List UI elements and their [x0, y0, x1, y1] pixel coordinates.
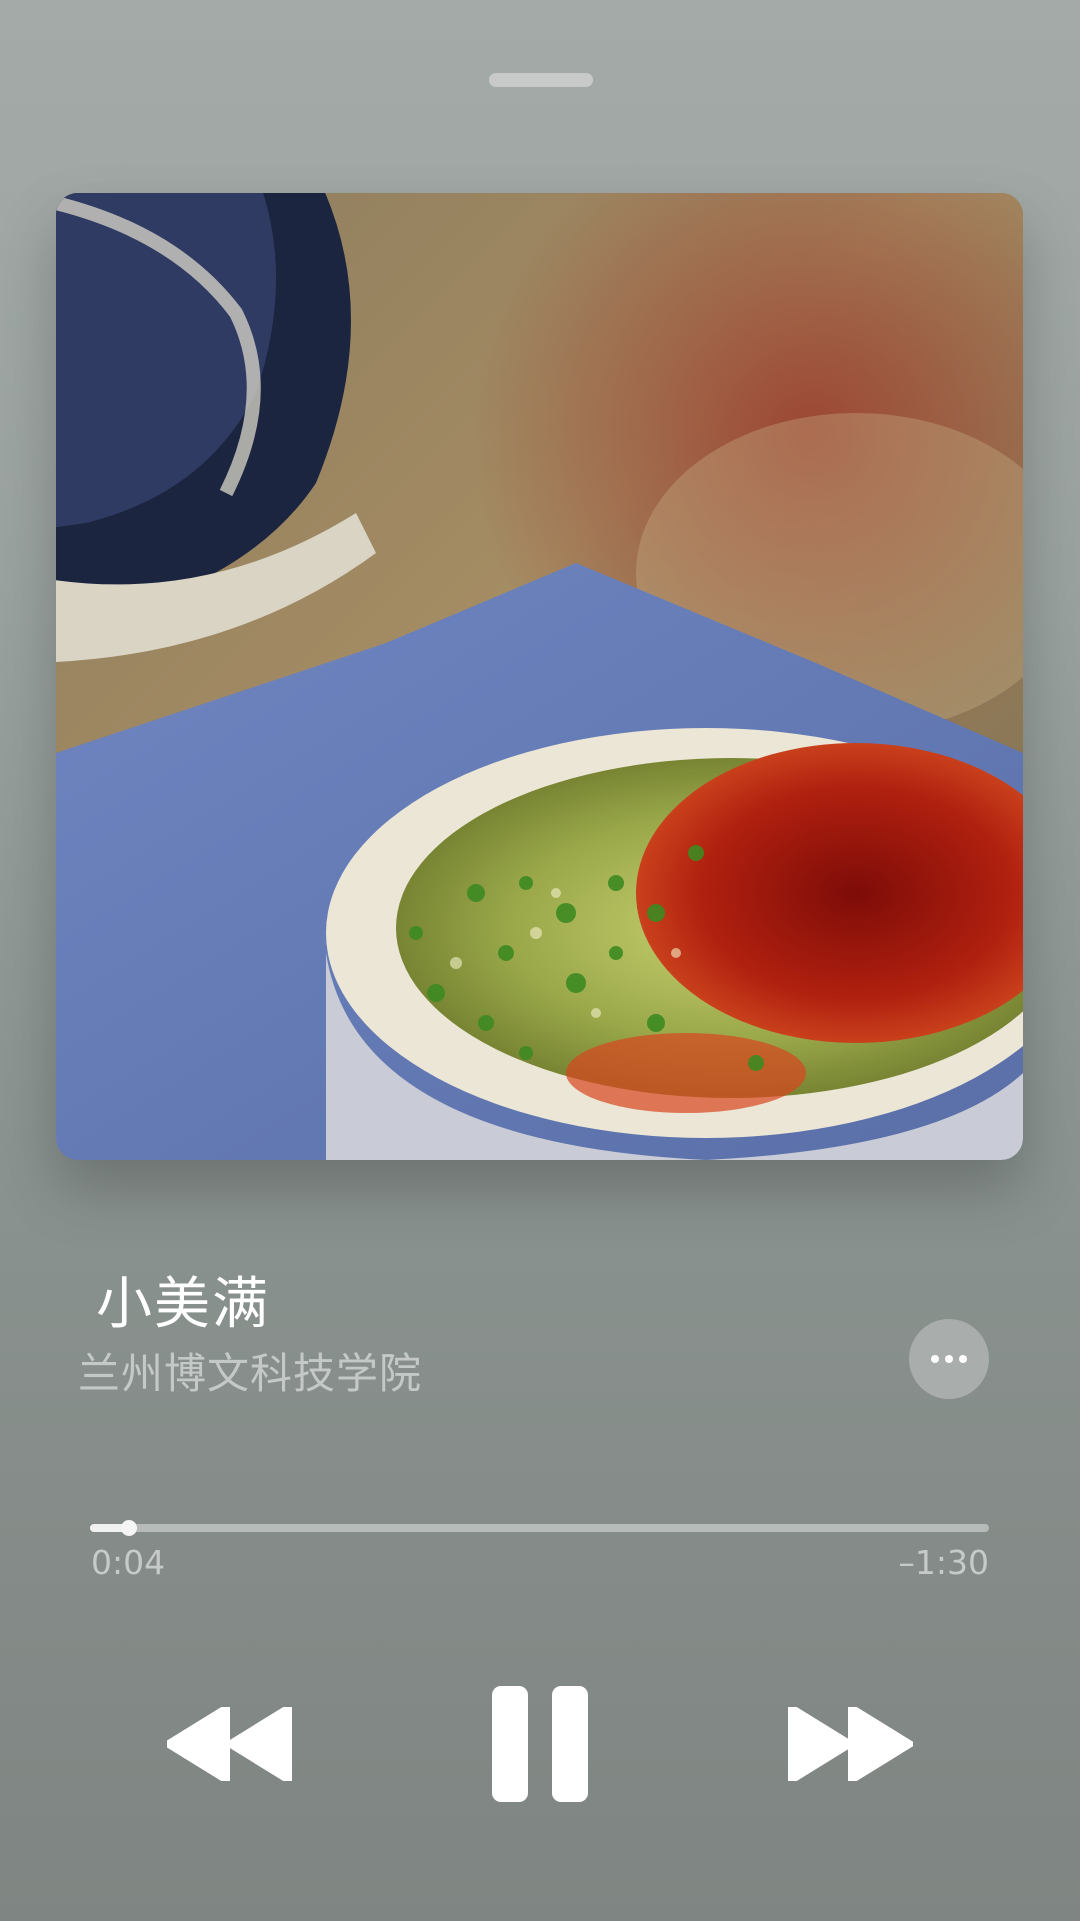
elapsed-time: 0:04	[91, 1543, 166, 1582]
progress-track	[90, 1524, 989, 1532]
fast-forward-button[interactable]	[787, 1707, 913, 1781]
pause-icon	[492, 1686, 588, 1802]
track-title: 小美满	[96, 1272, 270, 1337]
sheet-grabber[interactable]	[489, 73, 593, 87]
album-artwork-image	[56, 193, 1023, 1160]
rewind-button[interactable]	[167, 1707, 293, 1781]
more-icon-dot	[959, 1355, 967, 1363]
more-button[interactable]	[909, 1319, 989, 1399]
pause-button[interactable]	[490, 1684, 590, 1804]
more-icon-dot	[945, 1355, 953, 1363]
remaining-time: –1:30	[898, 1543, 989, 1582]
more-icon	[931, 1355, 939, 1363]
fast-forward-icon	[788, 1707, 913, 1781]
album-artwork	[56, 193, 1023, 1160]
artist-name[interactable]: 兰州博文科技学院	[78, 1346, 422, 1402]
rewind-icon	[167, 1707, 292, 1781]
progress-knob[interactable]	[120, 1520, 137, 1536]
progress-slider[interactable]	[90, 1520, 989, 1536]
